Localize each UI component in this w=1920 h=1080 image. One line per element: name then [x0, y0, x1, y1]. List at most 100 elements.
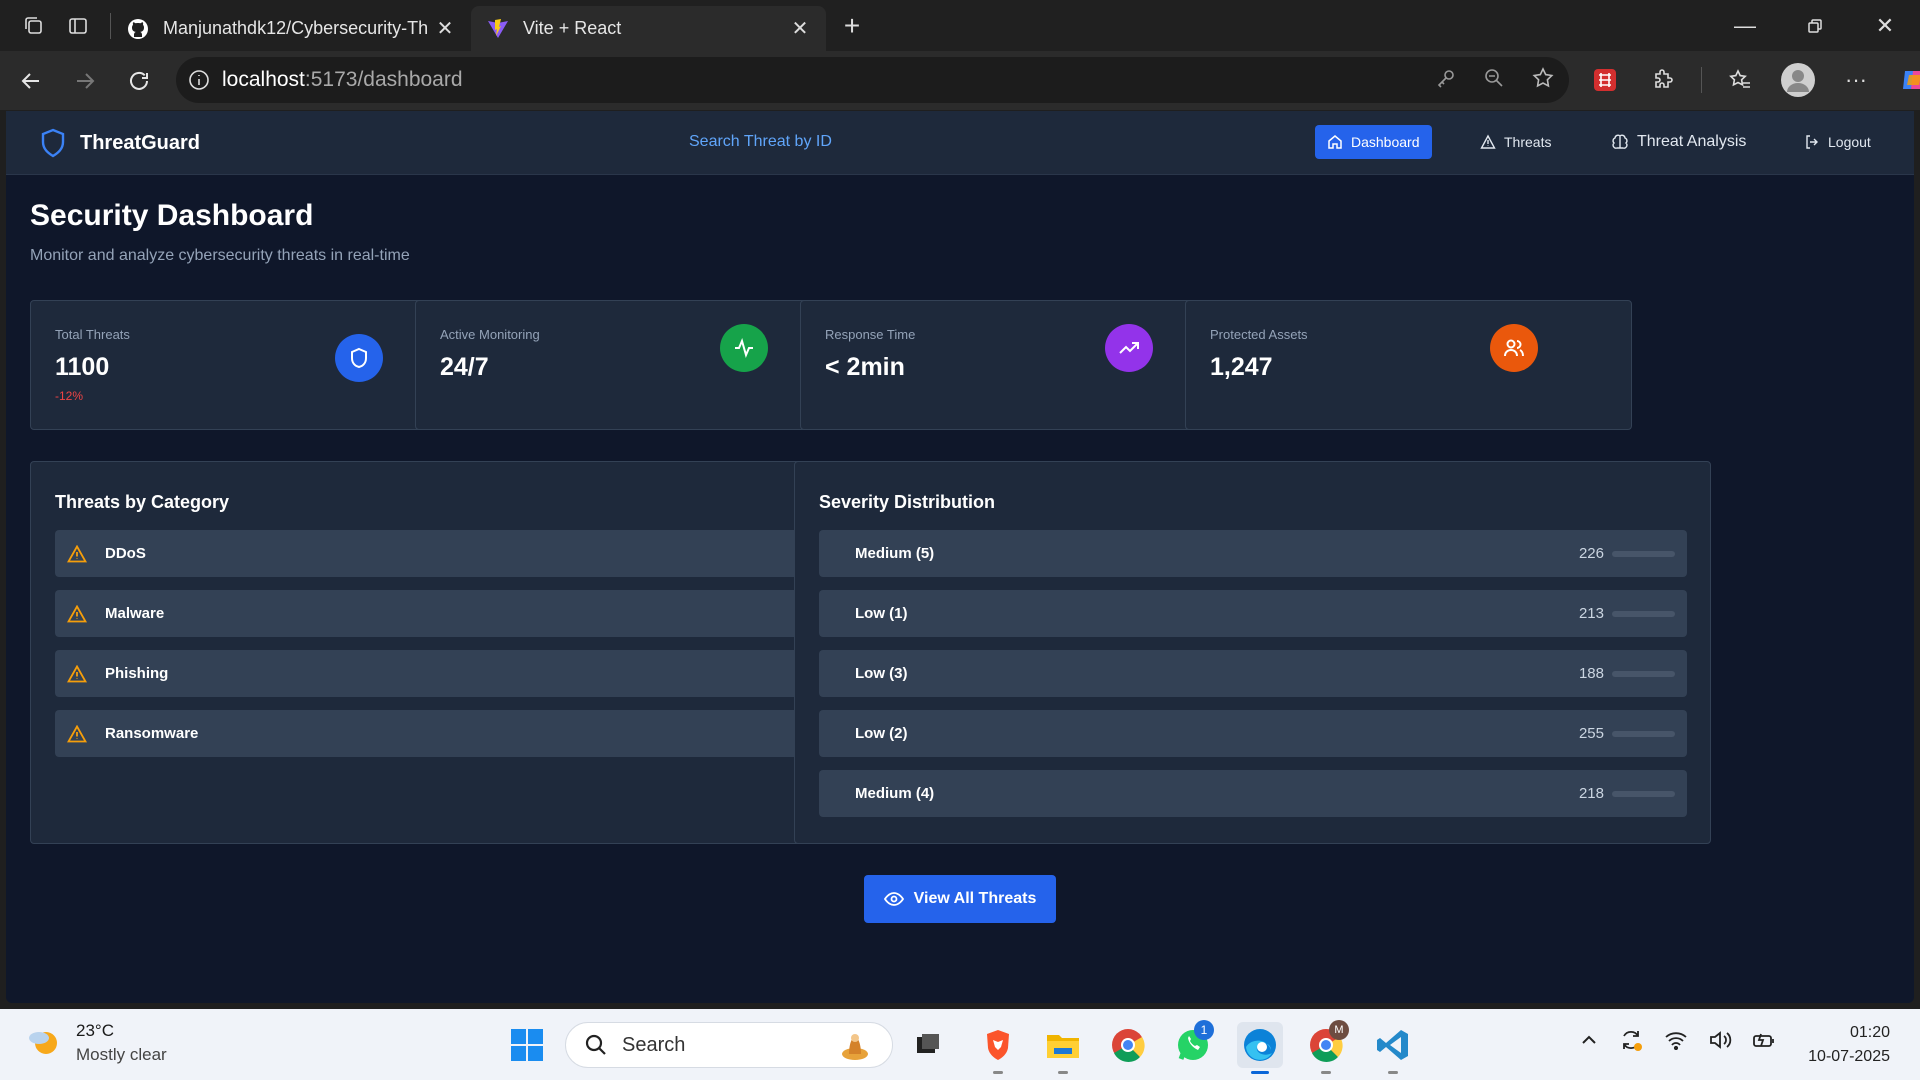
extension-red-icon[interactable]: [1585, 60, 1625, 100]
site-info-icon[interactable]: [176, 69, 222, 91]
close-tab-icon[interactable]: ✕: [435, 16, 455, 41]
running-indicator: [1251, 1071, 1269, 1074]
panel-title: Threats by Category: [55, 492, 230, 512]
severity-name: Low (3): [855, 665, 908, 682]
vite-icon: [488, 18, 508, 38]
users-icon: [1490, 324, 1538, 372]
chrome-icon[interactable]: [1105, 1022, 1151, 1068]
tab-github[interactable]: Manjunathdk12/Cybersecurity-Th ✕: [111, 6, 471, 51]
warning-icon: [65, 544, 89, 563]
extensions-puzzle-icon[interactable]: [1643, 60, 1683, 100]
favorites-icon[interactable]: [1720, 60, 1760, 100]
brave-browser-icon[interactable]: [975, 1022, 1021, 1074]
tab-title: Vite + React: [523, 18, 622, 38]
severity-progress-bar: [1612, 550, 1675, 557]
new-tab-icon[interactable]: +: [830, 4, 874, 48]
weather-widget[interactable]: 23°C Mostly clear: [26, 1021, 167, 1065]
search-threat-link[interactable]: Search Threat by ID: [689, 133, 832, 151]
stat-label: Active Monitoring: [440, 327, 540, 342]
vscode-icon[interactable]: [1370, 1022, 1416, 1074]
tab-vite-react[interactable]: Vite + React ✕: [471, 6, 826, 51]
severity-progress-bar: [1612, 730, 1675, 737]
view-all-threats-button[interactable]: View All Threats: [864, 875, 1056, 923]
nav-dashboard-label: Dashboard: [1351, 134, 1420, 150]
close-tab-icon[interactable]: ✕: [790, 16, 810, 41]
warning-icon: [65, 664, 89, 683]
window-controls: — ✕: [1710, 0, 1920, 51]
taskbar-search[interactable]: Search: [565, 1022, 893, 1068]
extensions-row: ···: [1585, 57, 1920, 103]
running-indicator: [1388, 1071, 1398, 1074]
severity-count: 255: [1578, 725, 1604, 742]
running-indicator: [1321, 1071, 1331, 1074]
running-indicator: [993, 1071, 1003, 1074]
refresh-icon[interactable]: [112, 58, 166, 104]
severity-name: Medium (4): [855, 785, 935, 802]
severity-row[interactable]: Low (3) 188: [819, 650, 1687, 697]
stat-value: 1,247: [1210, 353, 1273, 381]
category-row[interactable]: DDoS 254: [55, 530, 923, 577]
favorite-star-icon[interactable]: [1531, 66, 1555, 95]
zoom-out-icon[interactable]: [1483, 67, 1505, 94]
category-row[interactable]: Malware 294: [55, 590, 923, 637]
nav-dashboard[interactable]: Dashboard: [1315, 125, 1432, 159]
severity-row[interactable]: Low (2) 255: [819, 710, 1687, 757]
severity-distribution-panel: Severity Distribution Medium (5) 226 Low…: [794, 461, 1711, 844]
tab-actions-icon[interactable]: [56, 4, 100, 48]
nav-threats[interactable]: Threats: [1468, 125, 1563, 159]
severity-name: Low (1): [855, 605, 908, 622]
forward-icon[interactable]: [58, 58, 112, 104]
more-menu-icon[interactable]: ···: [1836, 60, 1876, 100]
severity-name: Low (2): [855, 725, 908, 742]
app-navbar: ThreatGuard Search Threat by ID Dashboar…: [6, 111, 1914, 175]
system-tray: [1580, 1027, 1776, 1058]
start-button[interactable]: [504, 1022, 550, 1068]
category-row[interactable]: Phishing 296: [55, 650, 923, 697]
tab-title: Manjunathdk12/Cybersecurity-Th: [163, 18, 429, 38]
whatsapp-icon[interactable]: 1: [1170, 1020, 1216, 1068]
nav-logout-label: Logout: [1828, 134, 1871, 150]
chrome-profile-icon[interactable]: M: [1303, 1020, 1349, 1074]
edge-browser-icon[interactable]: [1237, 1022, 1283, 1074]
nav-threat-analysis[interactable]: Threat Analysis: [1599, 125, 1758, 159]
profile-avatar-icon[interactable]: [1778, 60, 1818, 100]
sync-icon[interactable]: [1618, 1027, 1644, 1058]
workspaces-icon[interactable]: [12, 4, 56, 48]
panel-title: Severity Distribution: [819, 492, 996, 512]
category-name: Ransomware: [105, 725, 199, 742]
severity-row[interactable]: Medium (4) 218: [819, 770, 1687, 817]
wifi-icon[interactable]: [1664, 1030, 1688, 1055]
eye-icon: [883, 892, 904, 906]
severity-row[interactable]: Medium (5) 226: [819, 530, 1687, 577]
key-icon[interactable]: [1435, 67, 1457, 94]
task-view-icon[interactable]: [905, 1022, 951, 1068]
copilot-icon[interactable]: [1894, 60, 1920, 100]
file-explorer-icon[interactable]: [1040, 1022, 1086, 1074]
clock[interactable]: 01:20 10-07-2025: [1808, 1021, 1890, 1069]
shield-icon: [335, 334, 383, 382]
browser-tab-bar: Manjunathdk12/Cybersecurity-Th ✕ Vite + …: [0, 0, 1920, 51]
weather-condition: Mostly clear: [76, 1045, 167, 1064]
restore-icon[interactable]: [1780, 0, 1850, 51]
address-bar[interactable]: localhost:5173/dashboard: [176, 57, 1569, 103]
stat-card-active-monitoring: Active Monitoring 24/7: [415, 300, 862, 430]
category-name: DDoS: [105, 545, 146, 562]
warning-icon: [65, 724, 89, 743]
nav-logout[interactable]: Logout: [1792, 125, 1883, 159]
category-row[interactable]: Ransomware 256: [55, 710, 923, 757]
search-label: Search: [622, 1033, 686, 1056]
search-icon: [585, 1034, 606, 1055]
brand[interactable]: ThreatGuard: [40, 111, 200, 175]
shield-logo-icon: [41, 128, 65, 158]
close-window-icon[interactable]: ✕: [1850, 0, 1920, 51]
notification-badge: 1: [1194, 1020, 1214, 1040]
severity-row[interactable]: Low (1) 213: [819, 590, 1687, 637]
back-icon[interactable]: [4, 58, 58, 104]
stat-card-response-time: Response Time < 2min: [800, 300, 1247, 430]
battery-icon[interactable]: [1752, 1029, 1776, 1056]
volume-icon[interactable]: [1708, 1029, 1732, 1056]
chevron-up-icon[interactable]: [1580, 1031, 1598, 1054]
minimize-icon[interactable]: —: [1710, 0, 1780, 51]
severity-list: Medium (5) 226 Low (1) 213 Low (3) 188 L…: [819, 530, 1687, 830]
nav-threats-label: Threats: [1504, 134, 1552, 150]
